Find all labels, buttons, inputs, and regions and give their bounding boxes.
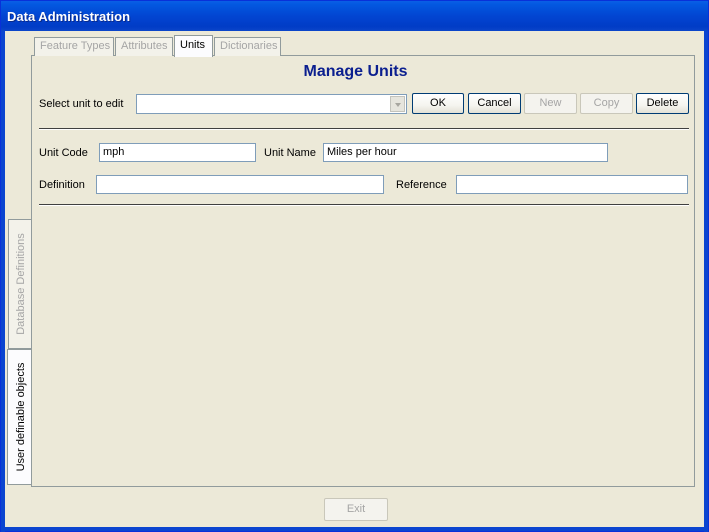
divider bbox=[39, 204, 689, 206]
copy-button[interactable]: Copy bbox=[580, 93, 633, 114]
tab-dictionaries[interactable]: Dictionaries bbox=[214, 37, 281, 56]
unit-code-label: Unit Code bbox=[39, 147, 88, 159]
ok-button[interactable]: OK bbox=[412, 93, 464, 114]
reference-field[interactable] bbox=[456, 175, 688, 194]
tab-units[interactable]: Units bbox=[174, 35, 213, 57]
tab-feature-types[interactable]: Feature Types bbox=[34, 37, 114, 56]
window-title: Data Administration bbox=[7, 9, 131, 24]
definition-label: Definition bbox=[39, 179, 85, 191]
window-frame-bottom bbox=[1, 527, 708, 531]
divider bbox=[39, 128, 689, 130]
unit-name-field[interactable]: Miles per hour bbox=[323, 143, 608, 162]
side-tab-strip: Database Definitions User definable obje… bbox=[5, 31, 33, 491]
side-tab-label: Database Definitions bbox=[14, 233, 27, 335]
reference-label: Reference bbox=[396, 179, 447, 191]
page-title: Manage Units bbox=[303, 63, 408, 80]
delete-button[interactable]: Delete bbox=[636, 93, 689, 114]
unit-code-field[interactable]: mph bbox=[99, 143, 256, 162]
tab-content-panel bbox=[31, 55, 695, 487]
side-tab-database-definitions[interactable]: Database Definitions bbox=[8, 219, 32, 349]
select-unit-label: Select unit to edit bbox=[39, 98, 124, 110]
side-tab-user-definable-objects[interactable]: User definable objects bbox=[7, 349, 33, 485]
select-unit-dropdown[interactable] bbox=[136, 94, 407, 114]
title-bar[interactable]: Data Administration bbox=[1, 1, 708, 31]
exit-button[interactable]: Exit bbox=[324, 498, 388, 521]
definition-field[interactable] bbox=[96, 175, 384, 194]
new-button[interactable]: New bbox=[524, 93, 577, 114]
unit-name-label: Unit Name bbox=[264, 147, 316, 159]
data-administration-window: Data Administration Database Definitions… bbox=[0, 0, 709, 532]
side-tab-label: User definable objects bbox=[14, 362, 27, 472]
tab-attributes[interactable]: Attributes bbox=[115, 37, 173, 56]
chevron-down-icon[interactable] bbox=[390, 96, 405, 112]
window-frame-right bbox=[704, 31, 708, 532]
cancel-button[interactable]: Cancel bbox=[468, 93, 521, 114]
